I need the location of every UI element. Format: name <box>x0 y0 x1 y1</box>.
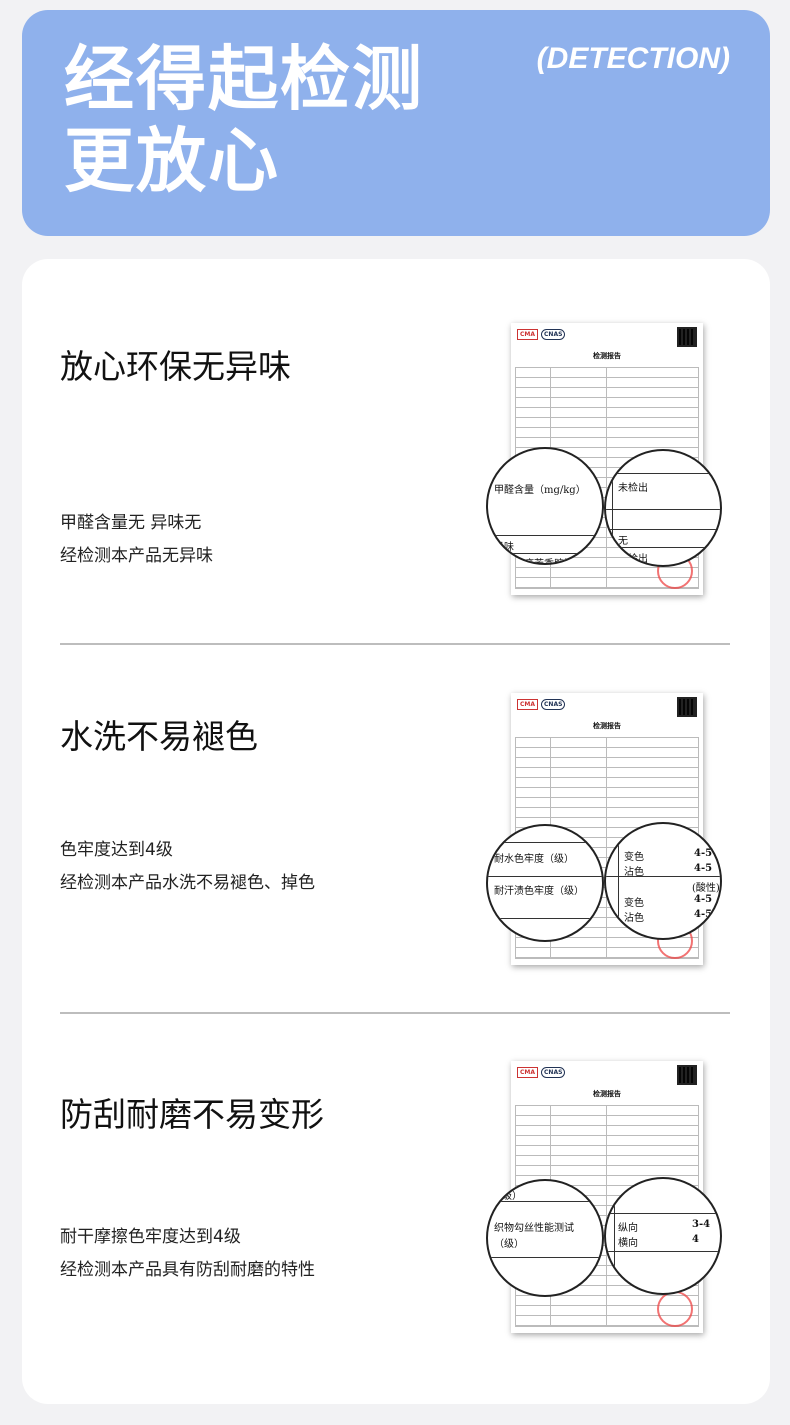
mag-text: 4-5 <box>694 848 713 859</box>
mag-text: 未检出 <box>618 554 648 565</box>
report-title: 检测报告 <box>593 722 621 730</box>
section-title: 防刮耐磨不易变形 <box>60 1095 324 1134</box>
mag-rule <box>606 509 720 510</box>
header-title: 经得起检测 更放心 <box>64 38 424 202</box>
report-title: 检测报告 <box>593 1090 621 1098</box>
report-logos: CMA CNAS <box>517 699 566 713</box>
magnifier-left: （级） 织物勾丝性能测试 （级） <box>486 1179 604 1297</box>
report-title: 检测报告 <box>593 352 621 360</box>
mag-text: 异味 <box>494 542 514 553</box>
mag-text: 未检出 <box>618 483 648 494</box>
magnifier-left: 甲醛含量（mg/kg） 异味 分解致癌芳香胺染 <box>486 447 604 565</box>
report-logos: CMA CNAS <box>517 1067 566 1081</box>
mag-text: 4-5 <box>694 863 713 874</box>
mag-rule <box>606 473 720 474</box>
cnas-logo: CNAS <box>541 1067 566 1078</box>
cma-logo: CMA <box>517 329 539 340</box>
section-desc-line2: 经检测本产品具有防刮耐磨的特性 <box>60 1260 315 1280</box>
magnifier-left: 耐水色牢度（级） 耐汗渍色牢度（级） <box>486 824 604 942</box>
mag-text: （级） <box>494 1239 524 1250</box>
mag-rule <box>618 824 619 938</box>
mag-rule <box>488 842 602 843</box>
mag-rule <box>488 1257 602 1258</box>
header-tag: (DETECTION) <box>536 42 730 75</box>
mag-rule <box>606 529 720 530</box>
mag-rule <box>488 876 602 877</box>
section-desc: 色牢度达到4级 经检测本产品水洗不易褪色、掉色 <box>60 834 315 900</box>
content-card: 放心环保无异味 甲醛含量无 异味无 经检测本产品无异味 CMA CNAS 检测报… <box>22 259 770 1404</box>
section-title: 放心环保无异味 <box>60 347 291 386</box>
section-desc-line2: 经检测本产品水洗不易褪色、掉色 <box>60 873 315 893</box>
mag-rule <box>614 1179 615 1293</box>
mag-rule <box>606 1213 720 1214</box>
cma-logo: CMA <box>517 699 539 710</box>
magnifier-right: 纵向 3-4 横向 4 <box>604 1177 722 1295</box>
header-title-line1: 经得起检测 <box>64 38 424 120</box>
mag-rule <box>488 1201 602 1202</box>
section-colorfast: 水洗不易褪色 色牢度达到4级 经检测本产品水洗不易褪色、掉色 CMA CNAS … <box>22 629 770 999</box>
mag-text: 无 <box>618 536 628 547</box>
mag-text: (酸性) <box>692 883 720 894</box>
mag-text: 变色 <box>624 898 644 909</box>
header-title-line2: 更放心 <box>64 120 280 202</box>
qr-code-icon <box>677 327 697 347</box>
mag-rule <box>488 918 602 919</box>
mag-text: 沾色 <box>624 913 644 924</box>
cnas-logo: CNAS <box>541 329 566 340</box>
qr-code-icon <box>677 1065 697 1085</box>
mag-text: 4 <box>692 1234 699 1245</box>
mag-text: 变色 <box>624 852 644 863</box>
mag-text: 甲醛含量（mg/kg） <box>494 485 586 496</box>
mag-text: 4-5 <box>694 894 713 905</box>
mag-text: 横向 <box>618 1238 638 1249</box>
section-desc: 甲醛含量无 异味无 经检测本产品无异味 <box>60 507 213 573</box>
mag-text: 耐水色牢度（级） <box>494 854 574 865</box>
section-desc-line2: 经检测本产品无异味 <box>60 546 213 566</box>
mag-rule <box>488 553 602 554</box>
mag-text: 4-5 <box>694 909 713 920</box>
stamp-icon <box>657 1291 693 1327</box>
report-logos: CMA CNAS <box>517 329 566 343</box>
mag-rule <box>488 535 602 536</box>
section-desc-line1: 色牢度达到4级 <box>60 840 173 860</box>
mag-text: 耐汗渍色牢度（级） <box>494 886 584 897</box>
mag-rule <box>606 1251 720 1252</box>
section-abrasion: 防刮耐磨不易变形 耐干摩擦色牢度达到4级 经检测本产品具有防刮耐磨的特性 CMA… <box>22 999 770 1369</box>
magnifier-right: 未检出 无 未检出 <box>604 449 722 567</box>
section-desc-line1: 耐干摩擦色牢度达到4级 <box>60 1227 241 1247</box>
mag-text: 织物勾丝性能测试 <box>494 1223 574 1234</box>
qr-code-icon <box>677 697 697 717</box>
mag-rule <box>606 547 720 548</box>
mag-text: 3-4 <box>692 1219 711 1230</box>
mag-rule <box>606 876 720 877</box>
section-odorless: 放心环保无异味 甲醛含量无 异味无 经检测本产品无异味 CMA CNAS 检测报… <box>22 259 770 629</box>
section-desc-line1: 甲醛含量无 异味无 <box>60 513 202 533</box>
mag-text: （级） <box>492 1191 522 1202</box>
cnas-logo: CNAS <box>541 699 566 710</box>
cma-logo: CMA <box>517 1067 539 1078</box>
header-banner: 经得起检测 更放心 (DETECTION) <box>22 10 770 236</box>
magnifier-right: 变色 4-5 沾色 4-5 (酸性) 变色 4-5 沾色 4-5 <box>604 822 722 940</box>
section-desc: 耐干摩擦色牢度达到4级 经检测本产品具有防刮耐磨的特性 <box>60 1221 315 1287</box>
section-title: 水洗不易褪色 <box>60 717 258 756</box>
mag-text: 纵向 <box>618 1223 638 1234</box>
